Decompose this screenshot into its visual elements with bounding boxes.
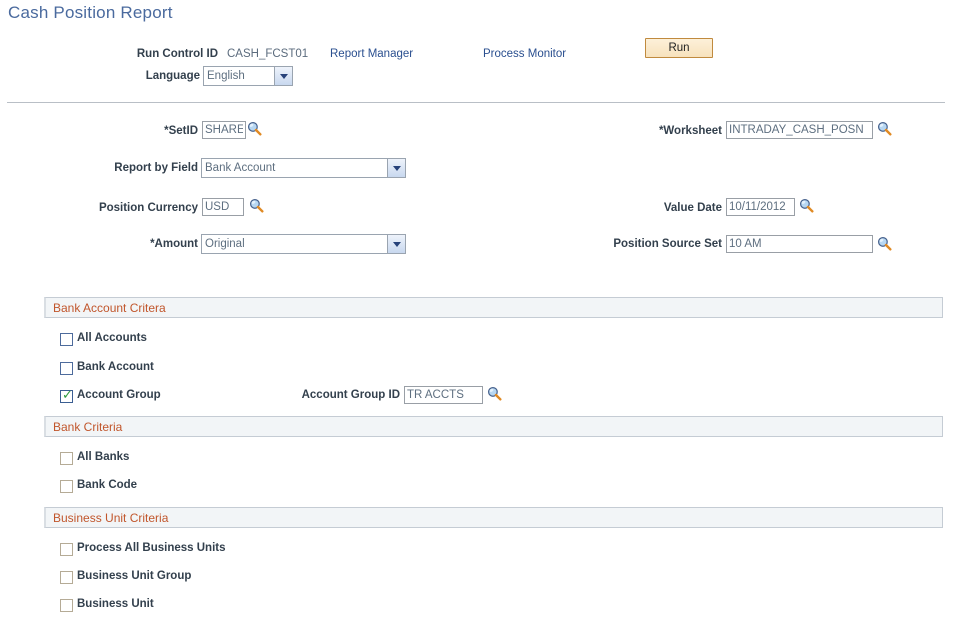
business-unit-label[interactable]: Business Unit: [77, 598, 154, 610]
account-group-checkbox[interactable]: ✓: [60, 388, 73, 403]
section-title: Bank Account Critera: [53, 301, 166, 315]
run-control-id-value: CASH_FCST01: [227, 48, 309, 60]
setid-label: *SetID: [164, 125, 198, 137]
account-group-label[interactable]: Account Group: [77, 389, 161, 401]
business-unit-checkbox[interactable]: [60, 599, 73, 612]
report-by-field-label: Report by Field: [114, 162, 198, 174]
section-header-bank-criteria: Bank Criteria: [44, 416, 943, 437]
account-group-id-input[interactable]: [404, 386, 483, 404]
all-banks-label[interactable]: All Banks: [77, 451, 129, 463]
section-header-business-unit-criteria: Business Unit Criteria: [44, 507, 943, 528]
account-group-id-label: Account Group ID: [301, 389, 400, 401]
header-divider: [7, 102, 945, 103]
all-accounts-label[interactable]: All Accounts: [77, 332, 147, 344]
process-all-business-units-checkbox[interactable]: [60, 543, 73, 556]
worksheet-input[interactable]: [726, 121, 873, 139]
bank-account-label[interactable]: Bank Account: [77, 361, 154, 373]
amount-select-value: Original: [205, 238, 245, 250]
language-select-value: English: [207, 70, 245, 82]
business-unit-group-checkbox[interactable]: [60, 571, 73, 584]
position-source-set-label: Position Source Set: [613, 238, 722, 250]
worksheet-label: *Worksheet: [658, 125, 722, 137]
report-by-field-select[interactable]: Bank Account: [201, 158, 406, 178]
position-currency-label: Position Currency: [98, 202, 198, 214]
process-all-business-units-label[interactable]: Process All Business Units: [77, 542, 226, 554]
position-currency-input[interactable]: [202, 198, 244, 216]
chevron-down-icon: [274, 67, 292, 85]
process-monitor-link[interactable]: Process Monitor: [483, 48, 566, 60]
value-date-label: Value Date: [663, 202, 722, 214]
report-manager-link[interactable]: Report Manager: [330, 48, 413, 60]
check-mark-icon: ✓: [62, 388, 73, 403]
position-source-set-lookup-icon[interactable]: [877, 236, 892, 251]
amount-label: *Amount: [150, 238, 198, 250]
bank-account-checkbox[interactable]: [60, 362, 73, 375]
language-select[interactable]: English: [203, 66, 293, 86]
all-accounts-checkbox[interactable]: [60, 333, 73, 346]
run-control-id-label: Run Control ID: [136, 48, 218, 60]
position-source-set-input[interactable]: [726, 235, 873, 253]
value-date-input[interactable]: [726, 198, 795, 216]
business-unit-group-label[interactable]: Business Unit Group: [77, 570, 191, 582]
setid-input[interactable]: [202, 121, 246, 139]
section-header-bank-account-criteria: Bank Account Critera: [44, 297, 943, 318]
run-button[interactable]: Run: [645, 38, 713, 58]
chevron-down-icon: [387, 159, 405, 177]
section-title: Business Unit Criteria: [53, 511, 169, 525]
section-title: Bank Criteria: [53, 420, 123, 434]
setid-lookup-icon[interactable]: [247, 121, 262, 136]
bank-code-label[interactable]: Bank Code: [77, 479, 137, 491]
chevron-down-icon: [387, 235, 405, 253]
amount-select[interactable]: Original: [201, 234, 406, 254]
value-date-lookup-icon[interactable]: [799, 198, 814, 213]
bank-code-checkbox[interactable]: [60, 480, 73, 493]
position-currency-lookup-icon[interactable]: [249, 198, 264, 213]
worksheet-lookup-icon[interactable]: [877, 121, 892, 136]
account-group-id-lookup-icon[interactable]: [487, 386, 502, 401]
page-title: Cash Position Report: [8, 3, 173, 22]
language-label: Language: [145, 70, 200, 82]
report-by-field-value: Bank Account: [205, 162, 276, 174]
all-banks-checkbox[interactable]: [60, 452, 73, 465]
